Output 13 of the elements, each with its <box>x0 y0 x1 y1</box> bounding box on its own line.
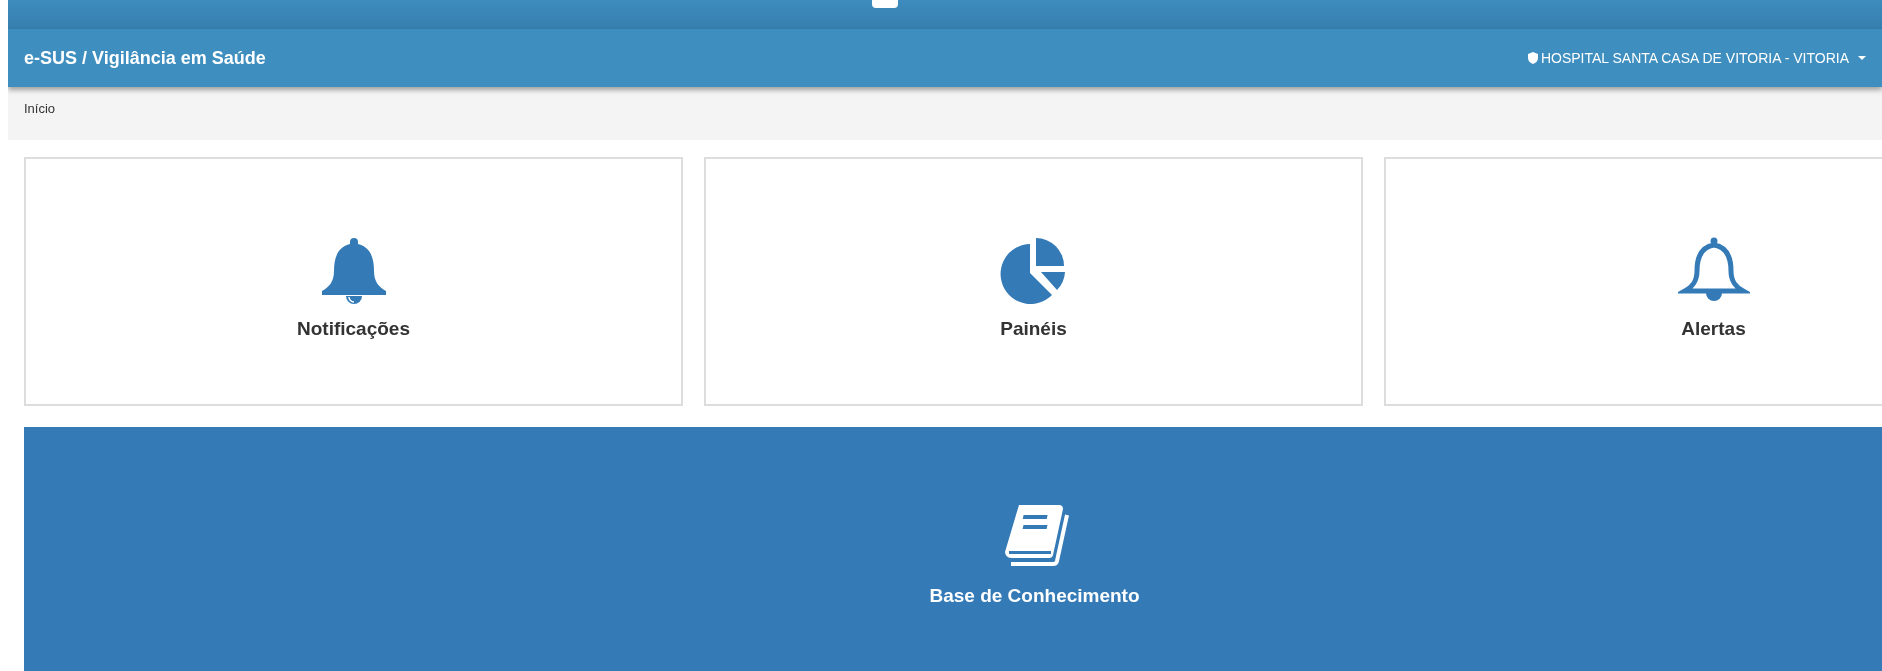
shield-icon <box>1527 52 1538 64</box>
tile-label: Base de Conhecimento <box>929 585 1140 607</box>
menu-tile[interactable]: Alertas <box>1384 157 1882 406</box>
tile-label: Painéis <box>1000 317 1067 340</box>
knowledge-base-tile[interactable]: Base de Conhecimento <box>24 427 1882 671</box>
app-title[interactable]: e-SUS / Vigilância em Saúde <box>24 47 266 69</box>
handle-tab[interactable] <box>872 0 898 8</box>
organization-dropdown[interactable]: HOSPITAL SANTA CASA DE VITORIA - VITORIA <box>1527 50 1870 66</box>
breadcrumb-item[interactable]: Início <box>24 101 56 116</box>
menu-tile[interactable]: Notificações <box>24 157 683 406</box>
tile-label: Alertas <box>1681 317 1746 340</box>
tile-label: Notificações <box>297 317 410 340</box>
menu-tile[interactable]: Painéis <box>704 157 1363 406</box>
